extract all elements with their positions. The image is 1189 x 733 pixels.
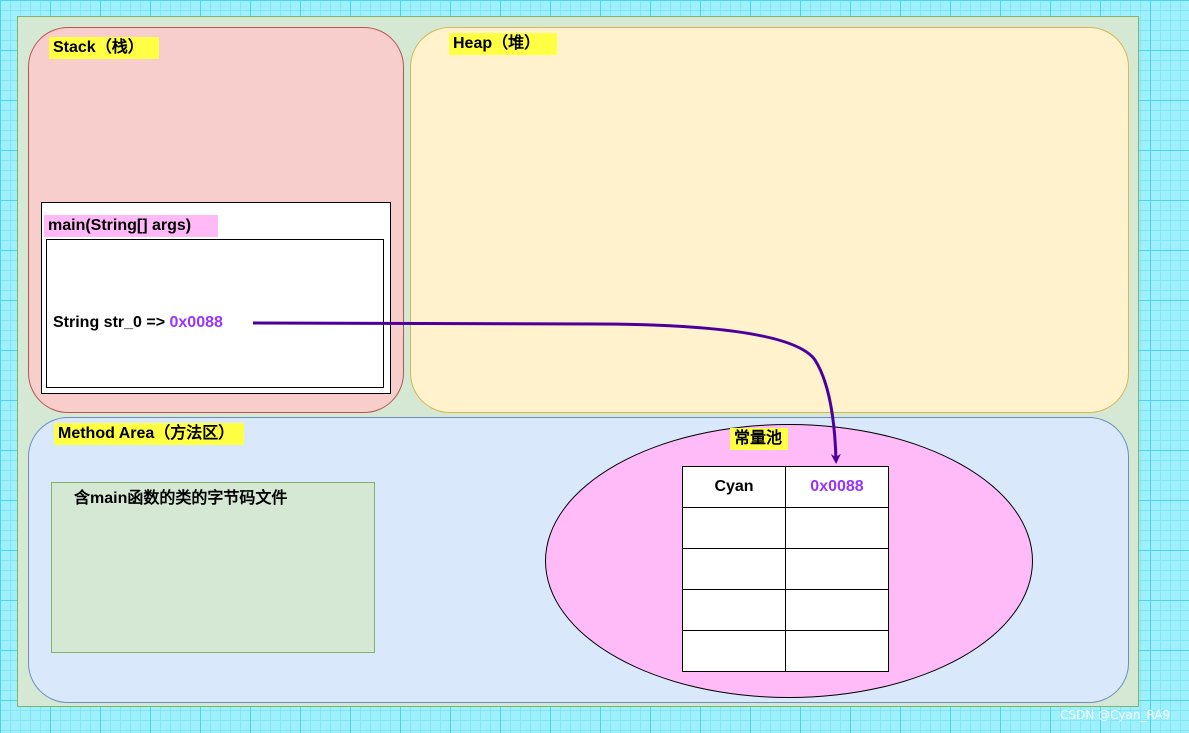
constant-pool-address-cell [785, 589, 889, 631]
constant-pool-address-cell [785, 507, 889, 549]
constant-pool-value-cell [682, 548, 786, 590]
constant-pool-label: 常量池 [730, 428, 788, 450]
bytecode-file-label: 含main函数的类的字节码文件 [74, 490, 288, 507]
constant-pool-row [682, 507, 889, 549]
constant-pool-row [682, 630, 889, 672]
constant-pool-address-cell [785, 548, 889, 590]
local-variable-str0: String str_0 => 0x0088 [53, 312, 223, 334]
variable-declaration: String str_0 => [53, 314, 170, 331]
constant-pool-address-cell: 0x0088 [785, 466, 889, 508]
variable-address: 0x0088 [169, 314, 223, 331]
constant-pool-value-cell [682, 630, 786, 672]
method-area-label: Method Area（方法区） [54, 423, 244, 445]
constant-pool-row: Cyan 0x0088 [682, 466, 889, 508]
constant-pool-value-cell: Cyan [682, 466, 786, 508]
constant-pool-value-cell [682, 589, 786, 631]
diagram-canvas: Stack（栈） Heap（堆） main(String[] args) Str… [0, 0, 1189, 733]
constant-pool-address-cell [785, 630, 889, 672]
constant-pool-value-cell [682, 507, 786, 549]
heap-label: Heap（堆） [449, 33, 557, 55]
stack-frame-label: main(String[] args) [44, 215, 218, 237]
constant-pool-row [682, 589, 889, 631]
watermark: CSDN @Cyan_RA9 [1060, 708, 1171, 722]
constant-pool-row [682, 548, 889, 590]
heap-region [410, 27, 1129, 413]
stack-label: Stack（栈） [49, 37, 159, 59]
constant-pool-table: Cyan 0x0088 [682, 466, 889, 672]
